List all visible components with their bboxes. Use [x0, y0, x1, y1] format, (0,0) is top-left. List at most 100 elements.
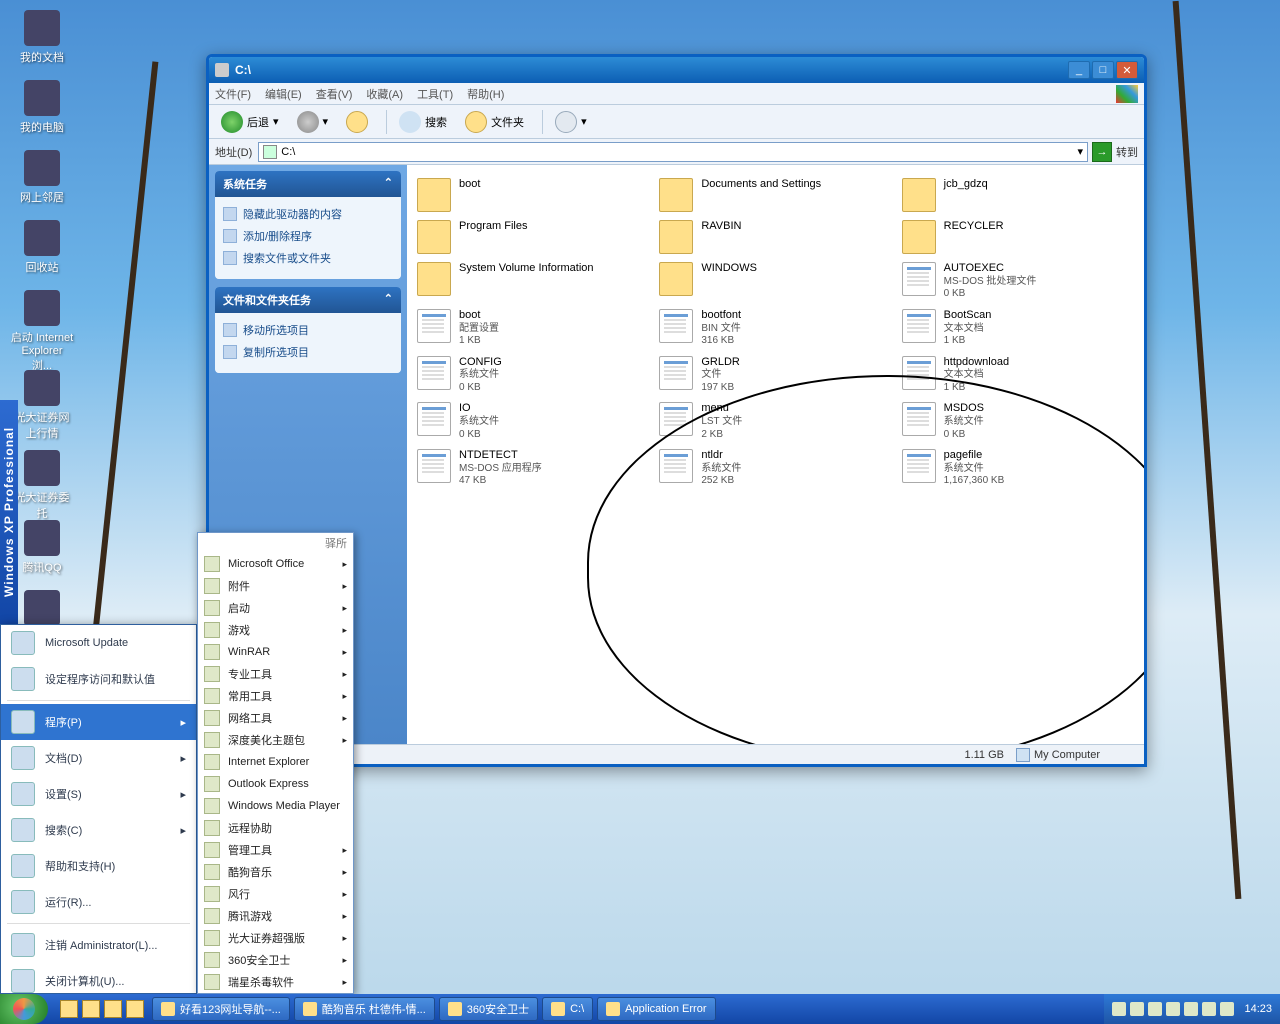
file-item[interactable]: Documents and Settings	[657, 175, 893, 215]
submenu-item[interactable]: 管理工具▸	[198, 839, 353, 861]
file-item[interactable]: CONFIG系统文件0 KB	[415, 353, 651, 398]
submenu-item[interactable]: 光大证券超强版▸	[198, 927, 353, 949]
submenu-item[interactable]: Internet Explorer	[198, 751, 353, 773]
titlebar[interactable]: C:\ _ □ ✕	[209, 57, 1144, 83]
start-item[interactable]: 设定程序访问和默认值	[1, 661, 196, 697]
start-item[interactable]: 搜索(C)▸	[1, 812, 196, 848]
desktop-icon[interactable]: 网上邻居	[10, 150, 74, 205]
submenu-item[interactable]: 附件▸	[198, 575, 353, 597]
taskbar-task[interactable]: 酷狗音乐 杜德伟-情...	[294, 997, 435, 1021]
file-item[interactable]: pagefile系统文件1,167,360 KB	[900, 446, 1136, 491]
tray-icon[interactable]	[1130, 1002, 1144, 1016]
taskbar-task[interactable]: C:\	[542, 997, 593, 1021]
sidebar-task-item[interactable]: 搜索文件或文件夹	[223, 247, 393, 269]
desktop-icon[interactable]: 我的电脑	[10, 80, 74, 135]
sidebar-task-item[interactable]: 隐藏此驱动器的内容	[223, 203, 393, 225]
submenu-item[interactable]: 启动▸	[198, 597, 353, 619]
go-button[interactable]: →	[1092, 142, 1112, 162]
file-item[interactable]: Program Files	[415, 217, 651, 257]
start-item[interactable]: 帮助和支持(H)	[1, 848, 196, 884]
file-item[interactable]: jcb_gdzq	[900, 175, 1136, 215]
desktop-icon[interactable]: 启动 Internet Explorer 浏...	[10, 290, 74, 373]
sidebar-task-item[interactable]: 复制所选项目	[223, 341, 393, 363]
submenu-item[interactable]: 常用工具▸	[198, 685, 353, 707]
file-item[interactable]: RECYCLER	[900, 217, 1136, 257]
menu-favorites[interactable]: 收藏(A)	[366, 86, 403, 102]
desktop-icon[interactable]: 光大证券网上行情	[10, 370, 74, 441]
tray-icon[interactable]	[1148, 1002, 1162, 1016]
submenu-item[interactable]: 风行▸	[198, 883, 353, 905]
menu-view[interactable]: 查看(V)	[316, 86, 353, 102]
file-item[interactable]: System Volume Information	[415, 259, 651, 304]
submenu-item[interactable]: Microsoft Office▸	[198, 553, 353, 575]
address-input[interactable]: C:\ ▾	[258, 142, 1088, 162]
ql-app-icon[interactable]	[104, 1000, 122, 1018]
taskbar-task[interactable]: 好看123网址导航--...	[152, 997, 290, 1021]
tray-icon[interactable]	[1202, 1002, 1216, 1016]
sidebar-task-item[interactable]: 移动所选项目	[223, 319, 393, 341]
clock[interactable]: 14:23	[1244, 1003, 1272, 1015]
file-item[interactable]: menuLST 文件2 KB	[657, 399, 893, 444]
start-item[interactable]: 运行(R)...	[1, 884, 196, 920]
menu-help[interactable]: 帮助(H)	[467, 86, 504, 102]
desktop-icon[interactable]: 光大证券委托	[10, 450, 74, 521]
file-item[interactable]: BootScan文本文档1 KB	[900, 306, 1136, 351]
taskbar-task[interactable]: Application Error	[597, 997, 715, 1021]
submenu-item[interactable]: 深度美化主题包▸	[198, 729, 353, 751]
forward-button[interactable]: ▾	[291, 108, 335, 136]
start-item[interactable]: 文档(D)▸	[1, 740, 196, 776]
submenu-item[interactable]: 腾讯游戏▸	[198, 905, 353, 927]
file-item[interactable]: RAVBIN	[657, 217, 893, 257]
back-button[interactable]: 后退 ▾	[215, 108, 285, 136]
ql-app-icon[interactable]	[126, 1000, 144, 1018]
search-button[interactable]: 搜索	[393, 108, 453, 136]
file-item[interactable]: boot	[415, 175, 651, 215]
minimize-button[interactable]: _	[1068, 61, 1090, 79]
start-item[interactable]: 程序(P)▸	[1, 704, 196, 740]
file-pane[interactable]: bootDocuments and Settingsjcb_gdzq Progra…	[407, 165, 1144, 744]
start-button[interactable]	[0, 994, 48, 1024]
start-item[interactable]: 设置(S)▸	[1, 776, 196, 812]
submenu-item[interactable]: 游戏▸	[198, 619, 353, 641]
file-item[interactable]: AUTOEXECMS-DOS 批处理文件0 KB	[900, 259, 1136, 304]
ql-ie-icon[interactable]	[82, 1000, 100, 1018]
file-item[interactable]: ntldr系统文件252 KB	[657, 446, 893, 491]
submenu-item[interactable]: 360安全卫士▸	[198, 949, 353, 971]
submenu-item[interactable]: 网络工具▸	[198, 707, 353, 729]
start-item[interactable]: 注销 Administrator(L)...	[1, 927, 196, 963]
folders-button[interactable]: 文件夹	[459, 108, 530, 136]
views-button[interactable]: ▾	[549, 108, 593, 136]
collapse-icon[interactable]: ⌃	[384, 176, 393, 192]
start-item[interactable]: Microsoft Update	[1, 625, 196, 661]
file-item[interactable]: boot配置设置1 KB	[415, 306, 651, 351]
submenu-item[interactable]: 专业工具▸	[198, 663, 353, 685]
collapse-icon[interactable]: ⌃	[384, 292, 393, 308]
tray-icon[interactable]	[1166, 1002, 1180, 1016]
menu-edit[interactable]: 编辑(E)	[265, 86, 302, 102]
submenu-item[interactable]: 瑞星杀毒软件▸	[198, 971, 353, 993]
tray-icon[interactable]	[1184, 1002, 1198, 1016]
file-item[interactable]: MSDOS系统文件0 KB	[900, 399, 1136, 444]
sidebar-task-item[interactable]: 添加/删除程序	[223, 225, 393, 247]
taskbar-task[interactable]: 360安全卫士	[439, 997, 538, 1021]
desktop-icon[interactable]: 我的文档	[10, 10, 74, 65]
submenu-item[interactable]: Windows Media Player	[198, 795, 353, 817]
file-item[interactable]: WINDOWS	[657, 259, 893, 304]
desktop-icon[interactable]: 腾讯QQ	[10, 520, 74, 575]
file-item[interactable]: GRLDR文件197 KB	[657, 353, 893, 398]
tray-icon[interactable]	[1112, 1002, 1126, 1016]
submenu-item[interactable]: WinRAR▸	[198, 641, 353, 663]
submenu-item[interactable]: 远程协助	[198, 817, 353, 839]
submenu-item[interactable]: Outlook Express	[198, 773, 353, 795]
file-item[interactable]: httpdownload文本文档1 KB	[900, 353, 1136, 398]
menu-file[interactable]: 文件(F)	[215, 86, 251, 102]
ql-show-desktop-icon[interactable]	[60, 1000, 78, 1018]
tray-icon[interactable]	[1220, 1002, 1234, 1016]
file-item[interactable]: bootfontBIN 文件316 KB	[657, 306, 893, 351]
up-button[interactable]	[340, 108, 374, 136]
maximize-button[interactable]: □	[1092, 61, 1114, 79]
submenu-item[interactable]: 酷狗音乐▸	[198, 861, 353, 883]
file-item[interactable]: IO系统文件0 KB	[415, 399, 651, 444]
file-item[interactable]: NTDETECTMS-DOS 应用程序47 KB	[415, 446, 651, 491]
menu-tools[interactable]: 工具(T)	[417, 86, 453, 102]
